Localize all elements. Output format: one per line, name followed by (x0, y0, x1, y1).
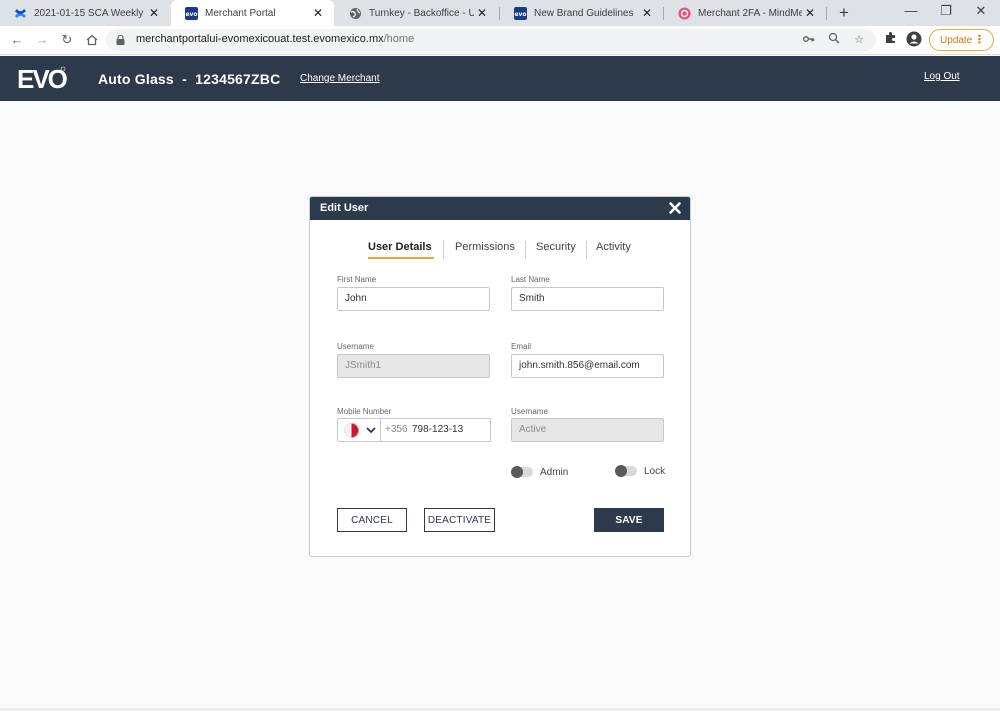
menu-dots-icon: ⋮ (974, 34, 985, 46)
globe-icon (349, 7, 362, 20)
svg-text:EVO: EVO (17, 65, 67, 93)
admin-toggle[interactable] (511, 466, 533, 478)
browser-tab-title: 2021-01-15 SCA Weekly Me (34, 7, 146, 19)
evo-favicon-icon: evo (514, 6, 527, 20)
close-tab-icon[interactable]: ✕ (802, 6, 818, 20)
mindmeister-icon (678, 7, 691, 20)
tab-separator (826, 7, 827, 20)
browser-tab-mindmeister[interactable]: Merchant 2FA - MindMeist ✕ (664, 0, 826, 26)
app-header: EVO Auto Glass - 1234567ZBC Change Merch… (0, 56, 1000, 101)
modal-header: Edit User (310, 197, 690, 220)
mobile-number-label: Mobile Number (337, 407, 392, 416)
lock-toggle[interactable] (615, 465, 637, 477)
confluence-icon (14, 7, 27, 20)
restore-icon[interactable]: ❐ (938, 3, 954, 19)
zoom-icon[interactable] (826, 32, 842, 49)
close-tab-icon[interactable]: ✕ (310, 6, 326, 20)
minimize-icon[interactable]: — (903, 3, 919, 18)
browser-tab-strip: 2021-01-15 SCA Weekly Me ✕ evo Merchant … (0, 0, 1000, 26)
key-icon[interactable] (801, 32, 817, 48)
save-button[interactable]: SAVE (594, 508, 664, 532)
phone-divider (380, 419, 381, 441)
browser-tab-merchant-portal[interactable]: evo Merchant Portal ✕ (171, 0, 334, 26)
change-merchant-link[interactable]: Change Merchant (300, 73, 380, 84)
dial-code: +356 (385, 424, 408, 435)
browser-tab-sca-weekly[interactable]: 2021-01-15 SCA Weekly Me ✕ (0, 0, 170, 26)
svg-text:evo: evo (514, 11, 526, 18)
mobile-number-input[interactable]: 798-123-13 (412, 424, 463, 435)
address-bar[interactable]: merchantportalui-evomexicouat.test.evome… (106, 29, 876, 51)
last-name-label: Last Name (511, 275, 550, 284)
browser-tab-title: New Brand Guidelines (534, 7, 634, 19)
toggle-knob (615, 465, 627, 477)
bookmark-star-icon[interactable]: ☆ (851, 32, 867, 48)
last-name-input[interactable]: Smith (511, 287, 664, 311)
tab-divider (586, 241, 587, 259)
modal-tabs: User Details Permissions Security Activi… (310, 237, 690, 261)
first-name-input[interactable]: John (337, 287, 490, 311)
tab-divider (443, 241, 444, 259)
evo-favicon-icon: evo (185, 6, 198, 20)
browser-tab-title: Merchant Portal (205, 7, 276, 19)
profile-avatar-icon[interactable] (905, 31, 923, 49)
tab-user-details[interactable]: User Details (368, 241, 432, 253)
merchant-title: Auto Glass - 1234567ZBC (98, 71, 281, 87)
edit-user-modal: Edit User User Details Permissions Secur… (309, 196, 691, 557)
browser-tab-title: Turnkey - Backoffice - Ui (369, 7, 474, 19)
modal-title: Edit User (320, 202, 369, 214)
tab-security[interactable]: Security (536, 241, 576, 253)
status-input: Active (511, 418, 664, 442)
email-input[interactable]: john.smith.856@email.com (511, 354, 664, 378)
username-label: Username (337, 342, 374, 351)
status-label: Username (511, 407, 548, 416)
mobile-number-field: +356 798-123-13 (337, 418, 491, 442)
evo-logo[interactable]: EVO (17, 65, 67, 93)
close-tab-icon[interactable]: ✕ (474, 6, 490, 20)
back-icon[interactable]: ← (8, 31, 26, 49)
tab-divider (525, 241, 526, 259)
tab-activity[interactable]: Activity (596, 241, 631, 253)
lock-toggle-label: Lock (644, 466, 666, 477)
admin-toggle-label: Admin (540, 467, 569, 478)
browser-tab-brand-guidelines[interactable]: evo New Brand Guidelines ✕ (500, 0, 663, 26)
chevron-down-icon[interactable] (366, 426, 376, 434)
malta-flag-icon[interactable] (344, 423, 359, 438)
update-button[interactable]: Update ⋮ (929, 29, 994, 51)
home-icon[interactable] (83, 31, 101, 49)
forward-icon[interactable]: → (33, 31, 51, 49)
svg-text:evo: evo (185, 11, 197, 18)
cancel-button[interactable]: CANCEL (337, 508, 407, 532)
browser-toolbar: ← → ↻ merchantportalui-evomexicouat.test… (0, 26, 1000, 55)
active-tab-indicator (368, 257, 434, 259)
email-label: Email (511, 342, 532, 351)
browser-tab-turnkey[interactable]: Turnkey - Backoffice - Ui ✕ (335, 0, 498, 26)
reload-icon[interactable]: ↻ (58, 31, 76, 49)
lock-icon[interactable] (116, 35, 125, 45)
toggle-knob (511, 466, 523, 478)
close-tab-icon[interactable]: ✕ (639, 6, 655, 20)
update-label: Update (940, 34, 973, 46)
username-input: JSmith1 (337, 354, 490, 378)
extensions-puzzle-icon[interactable] (881, 31, 899, 49)
browser-tab-title: Merchant 2FA - MindMeist (698, 7, 802, 19)
deactivate-button[interactable]: DEACTIVATE (424, 508, 495, 532)
close-icon[interactable] (667, 200, 683, 216)
window-close-icon[interactable]: ✕ (973, 3, 989, 19)
tab-permissions[interactable]: Permissions (455, 241, 515, 253)
new-tab-icon[interactable]: + (836, 3, 852, 23)
close-tab-icon[interactable]: ✕ (146, 6, 162, 20)
logout-link[interactable]: Log Out (924, 71, 960, 82)
url-text: merchantportalui-evomexicouat.test.evome… (136, 33, 415, 45)
first-name-label: First Name (337, 275, 377, 284)
